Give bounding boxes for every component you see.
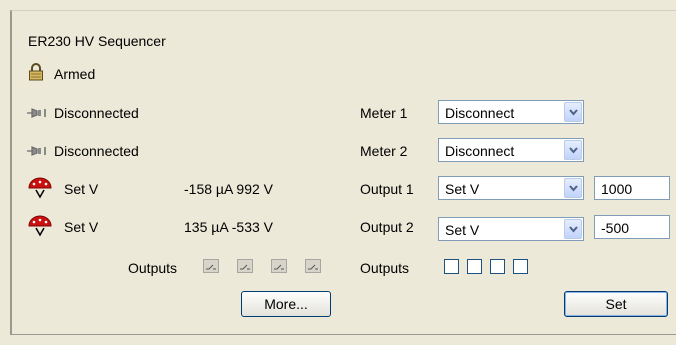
meter-2-label: Meter 2 xyxy=(360,143,408,159)
chevron-down-icon[interactable] xyxy=(564,102,582,122)
plug-icon xyxy=(26,106,50,122)
output-1-value: 1000 xyxy=(601,181,633,197)
output-1-status: Set V xyxy=(64,181,99,197)
hv-dome-icon xyxy=(28,215,52,240)
output-led xyxy=(203,259,219,273)
output-4-checkbox[interactable] xyxy=(513,259,528,274)
hv-sequencer-panel: ER230 HV Sequencer Armed Disconnected Me… xyxy=(10,10,676,335)
switch-open-icon xyxy=(308,264,318,270)
outputs-leds-label: Outputs xyxy=(128,260,178,276)
armed-status-label: Armed xyxy=(54,66,96,82)
more-button[interactable]: More... xyxy=(241,291,331,317)
output-2-value: -500 xyxy=(601,220,630,236)
switch-open-icon xyxy=(206,264,216,270)
chevron-down-icon[interactable] xyxy=(564,178,582,198)
output-1-value-field[interactable]: 1000 xyxy=(594,176,670,200)
output-2-value-field[interactable]: -500 xyxy=(594,215,670,239)
meter-1-mode-select[interactable]: Disconnect xyxy=(438,100,584,124)
padlock-icon xyxy=(28,63,44,84)
output-2-status: Set V xyxy=(64,219,99,235)
output-1-mode-value: Set V xyxy=(445,181,480,197)
panel-title: ER230 HV Sequencer xyxy=(28,33,166,49)
chevron-down-icon[interactable] xyxy=(564,219,582,239)
meter-1-mode-value: Disconnect xyxy=(445,105,515,121)
output-2-mode-value: Set V xyxy=(445,222,480,238)
output-1-checkbox[interactable] xyxy=(444,259,459,274)
output-led xyxy=(271,259,287,273)
output-2-label: Output 2 xyxy=(360,219,414,235)
switch-open-icon xyxy=(274,264,284,270)
outputs-checkboxes-label: Outputs xyxy=(360,260,410,276)
plug-icon xyxy=(26,144,50,160)
output-led xyxy=(305,259,321,273)
output-led xyxy=(237,259,253,273)
set-button[interactable]: Set xyxy=(564,291,668,317)
output-1-label: Output 1 xyxy=(360,181,414,197)
meter-1-label: Meter 1 xyxy=(360,105,408,121)
output-1-reading: -158 µA 992 V xyxy=(184,181,274,197)
output-2-reading: 135 µA -533 V xyxy=(184,219,274,235)
hv-dome-icon xyxy=(28,177,52,202)
switch-open-icon xyxy=(240,264,250,270)
output-2-checkbox[interactable] xyxy=(467,259,482,274)
meter-2-status: Disconnected xyxy=(54,143,139,159)
meter-1-status: Disconnected xyxy=(54,105,139,121)
output-1-mode-select[interactable]: Set V xyxy=(438,176,584,200)
meter-2-mode-select[interactable]: Disconnect xyxy=(438,138,584,162)
meter-2-mode-value: Disconnect xyxy=(445,143,515,159)
output-3-checkbox[interactable] xyxy=(490,259,505,274)
output-2-mode-select[interactable]: Set V xyxy=(438,217,584,241)
chevron-down-icon[interactable] xyxy=(564,140,582,160)
